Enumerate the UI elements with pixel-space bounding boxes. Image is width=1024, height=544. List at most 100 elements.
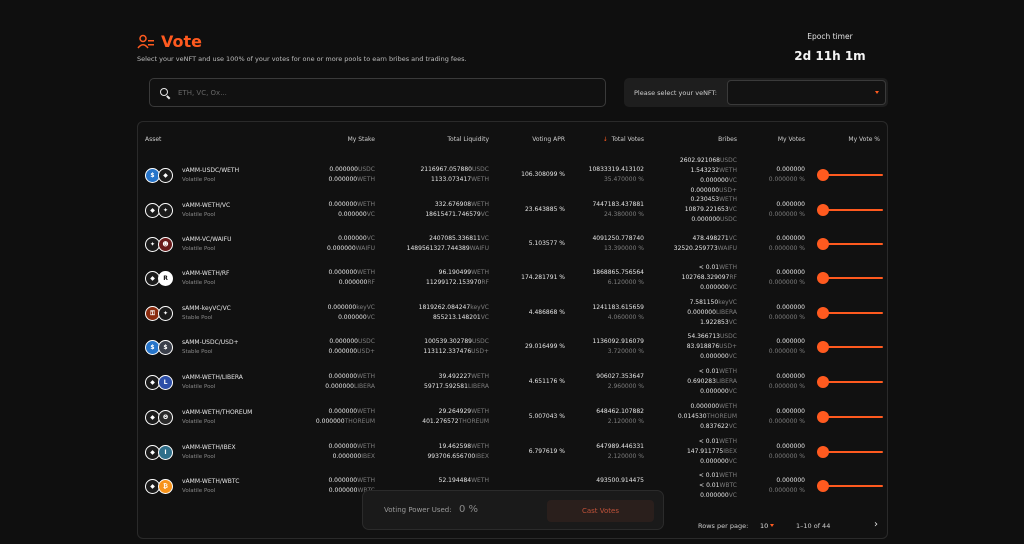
voting-power-bar: Voting Power Used: 0 % Cast Votes xyxy=(362,490,664,530)
vote-slider[interactable] xyxy=(817,376,883,388)
token-symbol: keyVC xyxy=(356,304,375,311)
pool-name[interactable]: sAMM-keyVC/VC xyxy=(182,305,231,312)
total-liquidity-line: 18615471.746579VC xyxy=(425,210,489,220)
search-input[interactable] xyxy=(178,88,578,97)
pool-type: Volatile Pool xyxy=(182,419,216,425)
total-votes-pct: 2.120000 % xyxy=(607,453,644,460)
vote-slider-handle[interactable] xyxy=(817,272,829,284)
vote-slider-handle[interactable] xyxy=(817,238,829,250)
vote-slider-handle[interactable] xyxy=(817,411,829,423)
pool-name[interactable]: vAMM-WETH/WBTC xyxy=(182,478,239,485)
my-stake-line: 0.000000VC xyxy=(327,234,375,244)
pool-type: Volatile Pool xyxy=(182,454,216,460)
my-stake-line: 0.000000keyVC xyxy=(328,303,375,313)
token-symbol: keyVC xyxy=(470,304,489,311)
vote-slider[interactable] xyxy=(817,169,883,181)
vote-slider[interactable] xyxy=(817,272,883,284)
vote-slider-track[interactable] xyxy=(820,416,883,418)
amount: 0.000000 xyxy=(328,201,358,208)
search-box[interactable] xyxy=(149,78,606,107)
vote-slider[interactable] xyxy=(817,480,883,492)
vote-slider[interactable] xyxy=(817,204,883,216)
token-symbol: WETH xyxy=(471,269,489,276)
table-row: $ $ sAMM-USDC/USD+ Stable Pool 0.000000USDC 0… xyxy=(138,330,887,364)
my-stake-line: 0.000000VC xyxy=(328,210,375,220)
vote-slider-handle[interactable] xyxy=(817,204,829,216)
amount: 0.000000 xyxy=(328,477,358,484)
col-my-stake[interactable]: My Stake xyxy=(348,136,375,143)
vote-slider-handle[interactable] xyxy=(817,376,829,388)
vote-slider-track[interactable] xyxy=(820,277,883,279)
amount: 113112.337476 xyxy=(423,348,472,355)
vote-slider-handle[interactable] xyxy=(817,446,829,458)
amount: 2407085.336811 xyxy=(429,235,481,242)
col-total-votes[interactable]: ↓ Total Votes xyxy=(603,136,644,143)
bribes: < 0.01WETH 102768.329097RF 0.000000VC xyxy=(682,263,737,293)
total-votes-value: 1241183.615659 xyxy=(592,304,644,311)
total-liquidity-line: 52.194484WETH xyxy=(439,476,489,486)
vote-slider[interactable] xyxy=(817,446,883,458)
chevron-down-icon[interactable] xyxy=(770,524,774,527)
next-page-icon[interactable]: › xyxy=(874,519,878,530)
table-row: ◆ Θ vAMM-WETH/THOREUM Volatile Pool 0.000000… xyxy=(138,400,887,434)
rf-icon: R xyxy=(158,271,173,286)
amount: 0.000000 xyxy=(329,166,358,173)
total-votes: 7447183.437881 24.380000 % xyxy=(592,200,644,220)
epoch-timer: Epoch timer 2d 11h 1m xyxy=(790,32,870,63)
my-stake-line: 0.000000USD+ xyxy=(329,347,376,357)
token-symbol: USDC xyxy=(719,216,737,223)
my-stake-line: 0.000000WETH xyxy=(328,442,375,452)
wbtc-icon: ₿ xyxy=(158,479,173,494)
vote-slider-track[interactable] xyxy=(820,381,883,383)
total-liquidity-line: 100539.302789USDC xyxy=(423,337,489,347)
vote-slider-track[interactable] xyxy=(820,346,883,348)
table-row: ◆ RvAMM-WETH/RF Volatile Pool 0.000000WETH 0… xyxy=(138,261,887,295)
voting-apr-value: 5.103577 % xyxy=(528,240,565,247)
vote-slider-track[interactable] xyxy=(820,209,883,211)
col-my-vote-pct[interactable]: My Vote % xyxy=(848,136,880,143)
pool-name[interactable]: vAMM-WETH/VC xyxy=(182,202,230,209)
vote-slider[interactable] xyxy=(817,238,883,250)
vote-slider-track[interactable] xyxy=(820,243,883,245)
pool-token-icons: ◆ L xyxy=(145,375,175,390)
vote-slider-track[interactable] xyxy=(820,312,883,314)
token-symbol: USD+ xyxy=(471,348,489,355)
token-symbol: WETH xyxy=(719,196,737,203)
bribes-line: 0.837622VC xyxy=(678,422,737,432)
total-liquidity: 96.190499WETH 11299172.153970RF xyxy=(426,268,489,288)
pool-name[interactable]: vAMM-VC/WAIFU xyxy=(182,236,231,243)
vote-slider[interactable] xyxy=(817,341,883,353)
amount: 32520.259773 xyxy=(673,245,718,252)
vote-slider-track[interactable] xyxy=(820,485,883,487)
vote-slider[interactable] xyxy=(817,411,883,423)
my-stake: 0.000000WETH 0.000000VC xyxy=(328,200,375,220)
pool-name[interactable]: vAMM-WETH/THOREUM xyxy=(182,409,252,416)
my-stake: 0.000000keyVC 0.000000VC xyxy=(328,303,375,323)
cast-votes-button[interactable]: Cast Votes xyxy=(547,500,654,522)
vote-slider-handle[interactable] xyxy=(817,169,829,181)
col-total-liquidity[interactable]: Total Liquidity xyxy=(447,136,489,143)
pool-name[interactable]: vAMM-USDC/WETH xyxy=(182,167,239,174)
bribes: 2602.921068USDC 1.543232WETH 0.000000VC 0.0… xyxy=(680,156,737,196)
total-liquidity-line: 855213.148201VC xyxy=(419,313,489,323)
vote-slider-handle[interactable] xyxy=(817,341,829,353)
amount: 0.000000 xyxy=(687,309,716,316)
vote-slider-handle[interactable] xyxy=(817,480,829,492)
vote-slider-track[interactable] xyxy=(820,451,883,453)
amount: < 0.01 xyxy=(698,438,720,445)
my-votes: 0.000000 0.000000 % xyxy=(769,234,805,254)
pool-name[interactable]: vAMM-WETH/IBEX xyxy=(182,444,236,451)
pool-name[interactable]: vAMM-WETH/RF xyxy=(182,270,229,277)
vote-slider[interactable] xyxy=(817,307,883,319)
amount: 0.000000 xyxy=(328,487,358,494)
col-bribes[interactable]: Bribes xyxy=(718,136,737,143)
pool-name[interactable]: sAMM-USDC/USD+ xyxy=(182,339,239,346)
col-asset[interactable]: Asset xyxy=(145,136,161,143)
rows-per-page-select[interactable]: 10 xyxy=(760,522,768,530)
vote-slider-track[interactable] xyxy=(820,174,883,176)
col-voting-apr[interactable]: Voting APR xyxy=(532,136,565,143)
vote-slider-handle[interactable] xyxy=(817,307,829,319)
venft-dropdown[interactable] xyxy=(727,80,886,105)
pool-name[interactable]: vAMM-WETH/LIBERA xyxy=(182,374,243,381)
col-my-votes[interactable]: My Votes xyxy=(778,136,805,143)
